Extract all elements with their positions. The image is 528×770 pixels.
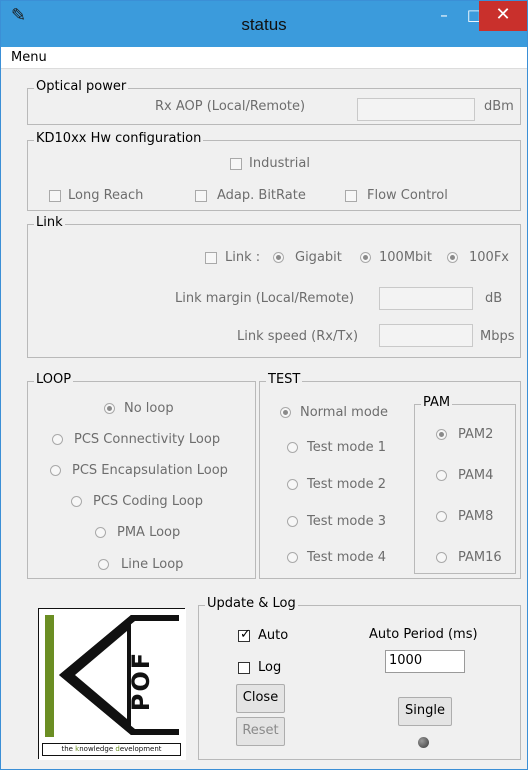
pam-title: PAM (421, 395, 453, 410)
industrial-checkbox[interactable] (230, 158, 242, 170)
pam4-radio[interactable] (436, 470, 447, 481)
pam2-label: PAM2 (458, 427, 494, 442)
optical-power-group: Optical power Rx AOP (Local/Remote) dBm (27, 79, 521, 125)
adap-bitrate-label: Adap. BitRate (217, 188, 306, 203)
pam16-radio[interactable] (436, 552, 447, 563)
pcs-coding-loop-label: PCS Coding Loop (93, 494, 203, 509)
line-loop-radio[interactable] (98, 559, 109, 570)
logo-tagline: the knowledge development (42, 743, 181, 756)
kdpof-logo: POF the knowledge development (38, 608, 186, 760)
log-checkbox[interactable] (238, 662, 250, 674)
link-group: Link Link : Gigabit 100Mbit 100Fx Link m… (27, 215, 521, 358)
title-bar[interactable]: ✎ status – □ ✕ (1, 1, 527, 47)
dbm-unit-label: dBm (484, 99, 514, 114)
logo-tagline-post: evelopment (119, 745, 162, 753)
100fx-label: 100Fx (469, 250, 509, 265)
mbps-unit-label: Mbps (480, 329, 515, 344)
no-loop-label: No loop (124, 401, 174, 416)
test-mode-3-radio[interactable] (287, 516, 298, 527)
status-window: ✎ status – □ ✕ Menu Optical power Rx AOP… (0, 0, 528, 770)
link-label: Link : (225, 250, 261, 265)
test-group: TEST Normal mode Test mode 1 Test mode 2… (259, 372, 521, 579)
rx-aop-label: Rx AOP (Local/Remote) (155, 99, 306, 114)
link-margin-label: Link margin (Local/Remote) (175, 291, 355, 306)
loop-group: LOOP No loop PCS Connectivity Loop PCS E… (27, 372, 256, 579)
test-mode-2-label: Test mode 2 (307, 477, 387, 492)
flow-control-checkbox[interactable] (345, 190, 357, 202)
100fx-radio[interactable] (447, 252, 458, 263)
loop-title: LOOP (34, 372, 74, 387)
link-speed-field[interactable] (379, 324, 473, 347)
test-mode-4-label: Test mode 4 (307, 550, 387, 565)
test-mode-1-radio[interactable] (287, 442, 298, 453)
reset-button[interactable]: Reset (236, 717, 285, 746)
gigabit-label: Gigabit (295, 250, 342, 265)
normal-mode-radio[interactable] (280, 407, 291, 418)
link-title: Link (34, 215, 65, 230)
100mbit-radio[interactable] (360, 252, 371, 263)
pcs-encapsulation-loop-label: PCS Encapsulation Loop (72, 463, 228, 478)
pma-loop-label: PMA Loop (117, 525, 181, 540)
test-mode-2-radio[interactable] (287, 479, 298, 490)
gigabit-radio[interactable] (273, 252, 284, 263)
auto-label: Auto (258, 628, 289, 643)
auto-period-label: Auto Period (ms) (369, 627, 478, 642)
kdpof-logo-graphic (39, 609, 186, 760)
test-mode-3-label: Test mode 3 (307, 514, 387, 529)
pcs-connectivity-loop-label: PCS Connectivity Loop (74, 432, 221, 447)
logo-letters: POF (127, 650, 155, 712)
adap-bitrate-checkbox[interactable] (195, 190, 207, 202)
menu-item-menu[interactable]: Menu (11, 50, 47, 65)
link-speed-label: Link speed (Rx/Tx) (237, 329, 359, 344)
pcs-coding-loop-radio[interactable] (71, 496, 82, 507)
flow-control-label: Flow Control (367, 188, 448, 203)
line-loop-label: Line Loop (121, 557, 184, 572)
pcs-connectivity-loop-radio[interactable] (52, 434, 63, 445)
logo-tagline-pre: the (61, 745, 76, 753)
pam8-radio[interactable] (436, 511, 447, 522)
industrial-label: Industrial (249, 156, 310, 171)
normal-mode-label: Normal mode (300, 405, 389, 420)
pam8-label: PAM8 (458, 509, 494, 524)
update-log-group: Update & Log ✓ Auto Log Auto Period (ms)… (198, 596, 521, 760)
pam2-radio[interactable] (436, 429, 447, 440)
update-log-title: Update & Log (205, 596, 298, 611)
long-reach-checkbox[interactable] (49, 190, 61, 202)
long-reach-label: Long Reach (68, 188, 144, 203)
status-led-icon (418, 737, 429, 748)
test-mode-1-label: Test mode 1 (307, 440, 387, 455)
auto-period-field[interactable]: 1000 (385, 650, 465, 673)
pam4-label: PAM4 (458, 468, 494, 483)
minimize-button[interactable]: – (429, 1, 459, 31)
close-button[interactable]: Close (236, 684, 285, 713)
single-button[interactable]: Single (398, 697, 452, 726)
logo-bar (45, 615, 54, 737)
no-loop-radio[interactable] (104, 403, 115, 414)
hw-config-title: KD10xx Hw configuration (34, 131, 204, 146)
100mbit-label: 100Mbit (379, 250, 432, 265)
auto-checkbox[interactable]: ✓ (238, 627, 251, 642)
link-margin-field[interactable] (379, 287, 473, 310)
test-title: TEST (266, 372, 303, 387)
pcs-encapsulation-loop-radio[interactable] (50, 465, 61, 476)
pam-group: PAM PAM2 PAM4 PAM8 PAM16 (414, 395, 516, 574)
close-window-button[interactable]: ✕ (479, 1, 527, 31)
optical-power-title: Optical power (34, 79, 129, 94)
pma-loop-radio[interactable] (95, 527, 106, 538)
menu-bar: Menu (1, 47, 527, 69)
rx-aop-field[interactable] (357, 98, 475, 121)
test-mode-4-radio[interactable] (287, 552, 298, 563)
logo-tagline-mid: nowledge (79, 745, 116, 753)
log-label: Log (258, 660, 282, 675)
auto-check-mark: ✓ (240, 627, 251, 642)
db-unit-label: dB (485, 291, 503, 306)
pam16-label: PAM16 (458, 550, 502, 565)
hw-config-group: KD10xx Hw configuration Industrial Long … (27, 131, 521, 211)
link-checkbox[interactable] (205, 252, 217, 264)
